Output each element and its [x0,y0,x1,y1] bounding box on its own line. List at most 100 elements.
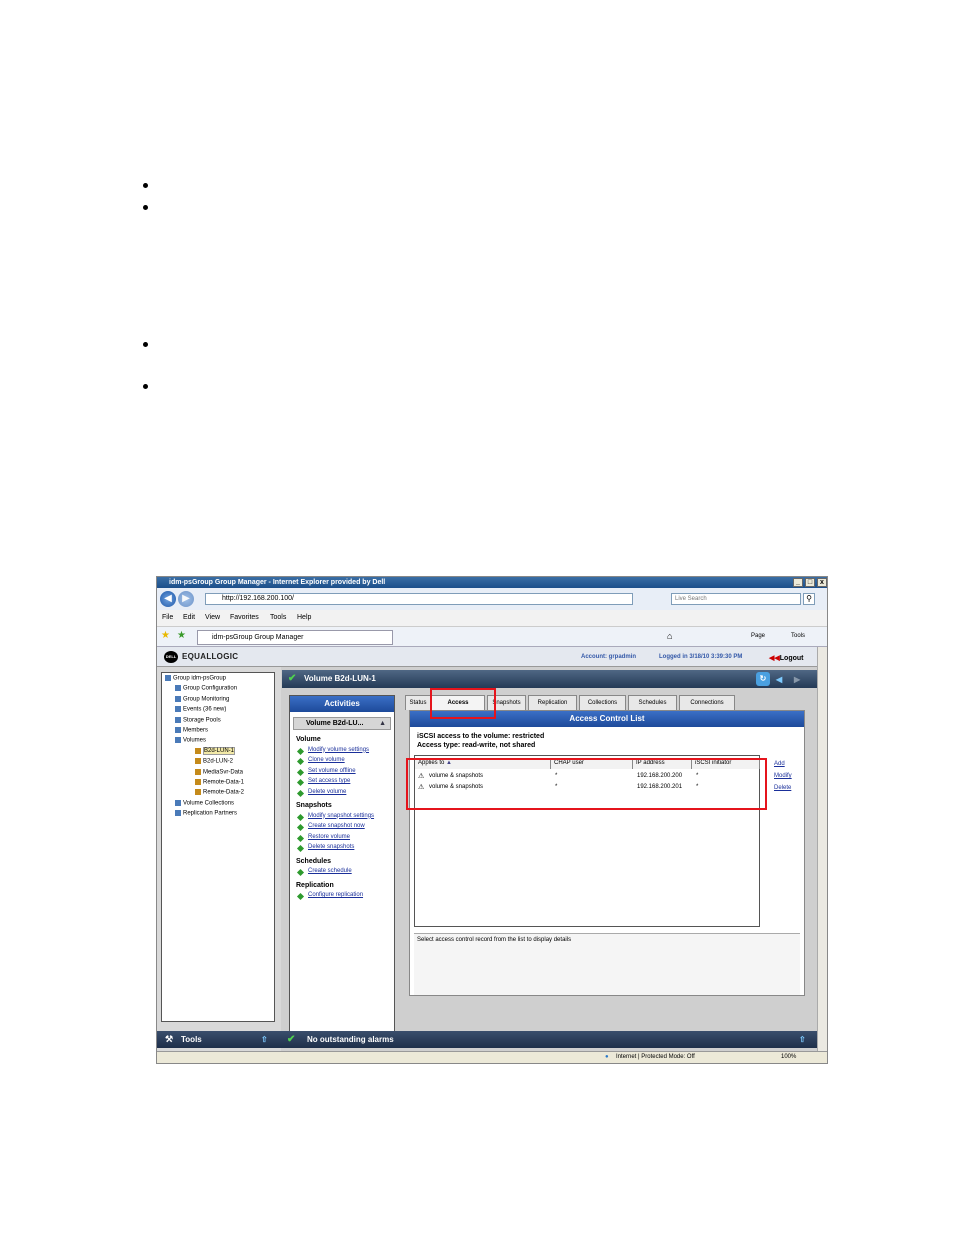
activity-link[interactable]: Restore volume [296,834,350,840]
folder-icon [175,695,181,702]
activity-section-title: Snapshots [296,802,332,809]
tree-item[interactable]: MediaSvr-Data [195,768,243,775]
tree-item[interactable]: Events (36 new) [175,706,226,713]
activity-link[interactable]: Set access type [296,778,350,784]
activity-link[interactable]: Modify snapshot settings [296,813,374,819]
tree-item-label: Group Monitoring [183,696,230,703]
activity-link[interactable]: Set volume offline [296,768,356,774]
activity-link[interactable]: Clone volume [296,757,345,763]
delete-link[interactable]: Delete [774,785,791,791]
minimize-button[interactable]: _ [793,578,803,587]
folder-icon [175,685,181,692]
maximize-button[interactable]: □ [805,578,815,587]
globe-icon: ● [605,1054,609,1060]
volume-selector[interactable]: Volume B2d-LU... ▲ [293,717,391,730]
main-pane: ✔ Volume B2d-LUN-1 ↻ ◀ ▶ Activities Volu… [281,667,817,1051]
menu-help[interactable]: Help [297,614,311,621]
tree-item[interactable]: Group idm-psGroup [165,675,226,682]
tools-label: Tools [181,1035,202,1044]
zoom-level[interactable]: 100% [781,1052,796,1063]
volume-icon [195,747,201,754]
tree-item-label: Remote-Data-2 [203,789,245,796]
logout-icon: ◀◀ [769,655,780,662]
bullet [143,205,148,210]
tree-item[interactable]: Volumes [175,737,206,744]
expand-up-icon[interactable]: ⇧ [261,1031,268,1048]
menu-tools[interactable]: Tools [270,614,286,621]
tree-item[interactable]: Members [175,727,208,734]
tree-item-label: Events (36 new) [183,706,227,713]
page-menu[interactable]: Page [751,633,765,639]
alarms-bar[interactable]: ✔ No outstanding alarms ⇧ [281,1031,817,1048]
tree-item[interactable]: B2d-LUN-1 [195,747,236,756]
tree-item-label: Group idm-psGroup [173,675,227,682]
volume-title: Volume B2d-LUN-1 [304,674,376,683]
tree-item[interactable]: B2d-LUN-2 [195,758,233,765]
search-input[interactable]: Live Search [671,593,801,605]
logout-link[interactable]: ◀◀Logout [769,654,804,662]
tab-connections[interactable]: Connections [679,695,735,710]
menu-bar: File Edit View Favorites Tools Help [157,610,827,627]
check-icon: ✔ [288,673,297,684]
tree-item-label: Members [183,727,209,734]
bullet [143,342,148,347]
tree-item[interactable]: Remote-Data-1 [195,779,244,786]
tree-item[interactable]: Replication Partners [175,810,237,817]
tree-item[interactable]: Group Configuration [175,685,237,692]
menu-edit[interactable]: Edit [183,614,195,621]
activities-title: Activities [290,696,394,712]
tree-item[interactable]: Group Monitoring [175,695,230,703]
folder-icon [165,675,171,681]
home-icon[interactable]: ⌂ [667,631,672,641]
add-link[interactable]: Add [774,761,785,767]
activity-section-title: Volume [296,736,321,743]
menu-file[interactable]: File [162,614,173,621]
close-button[interactable]: x [817,578,827,587]
menu-favorites[interactable]: Favorites [230,614,259,621]
equallogic-logo: EQUALLOGIC [182,652,239,661]
iscsi-access-line: iSCSI access to the volume: restricted [417,733,545,740]
tab-status[interactable]: Status [405,695,431,710]
volume-selector-label: Volume B2d-LU... [306,720,364,727]
tree-item[interactable]: Remote-Data-2 [195,789,244,796]
activity-link[interactable]: Configure replication [296,892,363,898]
hammer-icon: ⚒ [165,1034,174,1044]
forward-icon[interactable]: ▶ [794,671,800,689]
security-zone: Internet | Protected Mode: Off [616,1054,695,1060]
activity-link[interactable]: Create schedule [296,868,352,874]
volume-icon [195,779,201,785]
star-icon[interactable]: ★ [161,630,170,641]
access-panel: Access Control List iSCSI access to the … [409,710,805,996]
activity-link[interactable]: Delete volume [296,789,346,795]
browser-tab[interactable]: idm-psGroup Group Manager [197,630,393,645]
url-input[interactable]: http://192.168.200.100/ [205,593,633,605]
modify-link[interactable]: Modify [774,773,792,779]
tree-item[interactable]: Volume Collections [175,799,234,806]
folder-icon [175,727,181,733]
menu-view[interactable]: View [205,614,220,621]
tree-item-label: Remote-Data-1 [203,779,245,786]
tab-collections[interactable]: Collections [579,695,626,710]
refresh-icon[interactable]: ↻ [756,672,770,686]
page-scrollbar[interactable] [817,647,827,1051]
tab-replication[interactable]: Replication [528,695,577,710]
acl-detail: Select access control record from the li… [414,933,800,995]
collapse-icon[interactable]: ▲ [379,718,386,729]
expand-up-icon[interactable]: ⇧ [799,1031,806,1048]
tools-bar[interactable]: ⚒ Tools ⇧ [157,1031,281,1048]
activity-link[interactable]: Modify volume settings [296,747,369,753]
back-button[interactable]: ◀ [160,591,176,607]
logout-label: Logout [779,655,804,662]
activity-link[interactable]: Create snapshot now [296,823,365,829]
tools-menu[interactable]: Tools [791,633,805,639]
activity-link[interactable]: Delete snapshots [296,844,354,850]
back-icon[interactable]: ◀ [776,671,782,689]
tree-item-label: B2d-LUN-1 [203,747,236,756]
tab-schedules[interactable]: Schedules [628,695,677,710]
forward-button[interactable]: ▶ [178,591,194,607]
folder-icon [175,737,181,744]
search-icon[interactable]: ⚲ [803,593,815,605]
tree-item[interactable]: Storage Pools [175,716,221,723]
add-favorite-icon[interactable]: ★ [177,630,186,641]
app-header: DELL EQUALLOGIC Account: grpadmin Logged… [157,647,817,667]
